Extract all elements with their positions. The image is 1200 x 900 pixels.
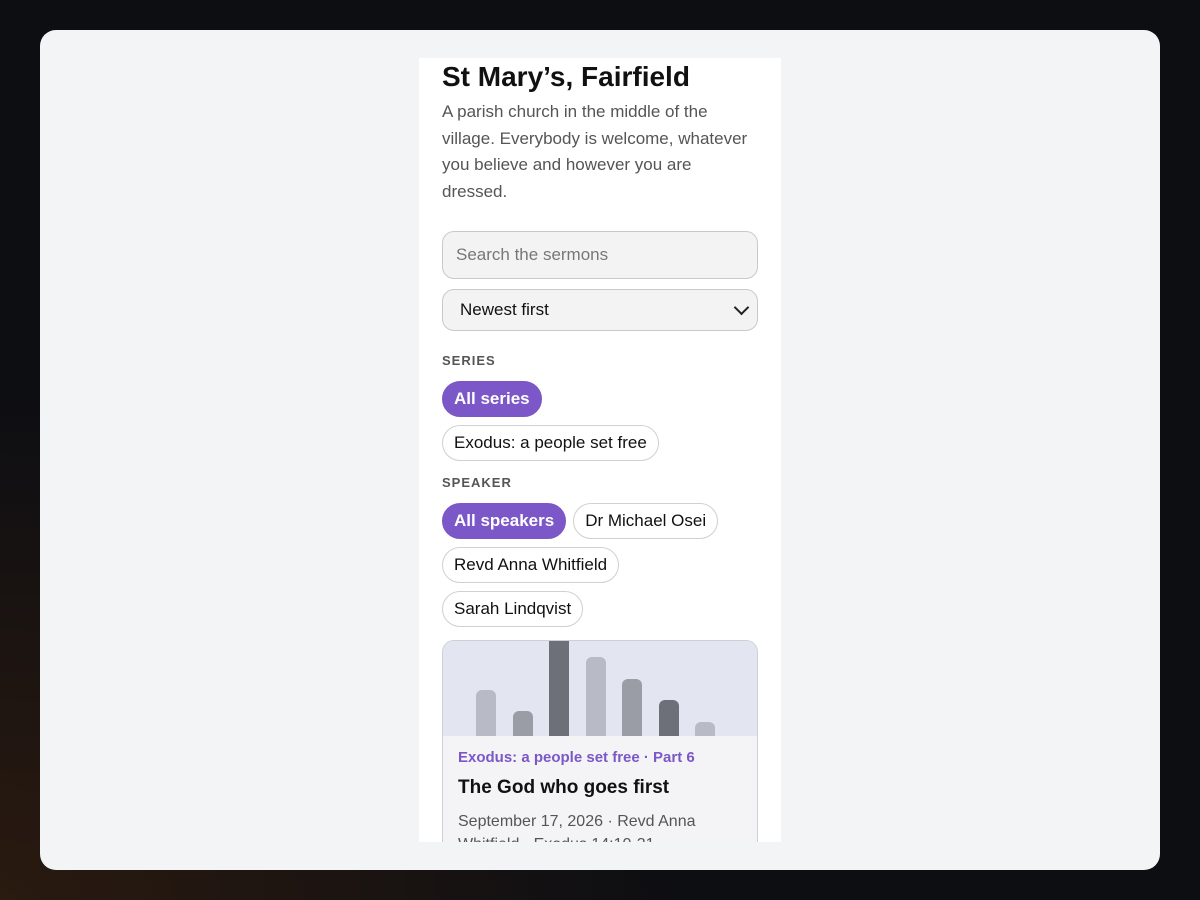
browser-frame: St Mary’s, Fairfield A parish church in … (40, 30, 1160, 870)
sermon-series: Exodus: a people set free · Part 6 (458, 749, 695, 766)
speaker-filter-label: SPEAKER (442, 475, 512, 490)
mobile-viewport: St Mary’s, Fairfield A parish church in … (419, 58, 781, 842)
sort-selected-value: Newest first (460, 300, 549, 319)
sermon-card-body: Exodus: a people set free · Part 6 The G… (443, 736, 757, 842)
artwork-bar (695, 722, 715, 736)
artwork-bar (549, 641, 569, 736)
sort-select[interactable]: Newest first (442, 289, 758, 331)
speaker-chip-anna-whitfield[interactable]: Revd Anna Whitfield (442, 547, 620, 583)
artwork-bar (658, 700, 679, 736)
page-title: St Mary’s, Fairfield (442, 61, 690, 92)
sermon-title[interactable]: The God who goes first (458, 777, 742, 799)
speaker-chip-sarah-lindqvist[interactable]: Sarah Lindqvist (442, 591, 584, 627)
series-filter-label: SERIES (442, 353, 496, 368)
search-input[interactable] (442, 231, 758, 279)
sermon-card[interactable]: Exodus: a people set free · Part 6 The G… (442, 640, 758, 842)
speaker-chips: All speakers Dr Michael Osei Revd Anna W… (442, 503, 758, 627)
sermon-artwork (443, 641, 757, 736)
chevron-down-icon (733, 299, 750, 316)
series-chip-all[interactable]: All series (442, 381, 542, 417)
page-content: St Mary’s, Fairfield A parish church in … (419, 58, 781, 842)
artwork-bar (622, 679, 642, 736)
artwork-bar (512, 711, 533, 736)
series-chip-exodus[interactable]: Exodus: a people set free (442, 425, 659, 461)
intro-text: A parish church in the middle of the vil… (442, 102, 748, 201)
artwork-bar (585, 657, 606, 736)
sermon-details: September 17, 2026 · Revd Anna Whitfield… (458, 813, 696, 842)
speaker-chip-all[interactable]: All speakers (442, 503, 567, 539)
series-chips: All series Exodus: a people set free (442, 381, 758, 461)
speaker-chip-michael-osei[interactable]: Dr Michael Osei (573, 503, 719, 539)
artwork-bar (476, 690, 496, 736)
